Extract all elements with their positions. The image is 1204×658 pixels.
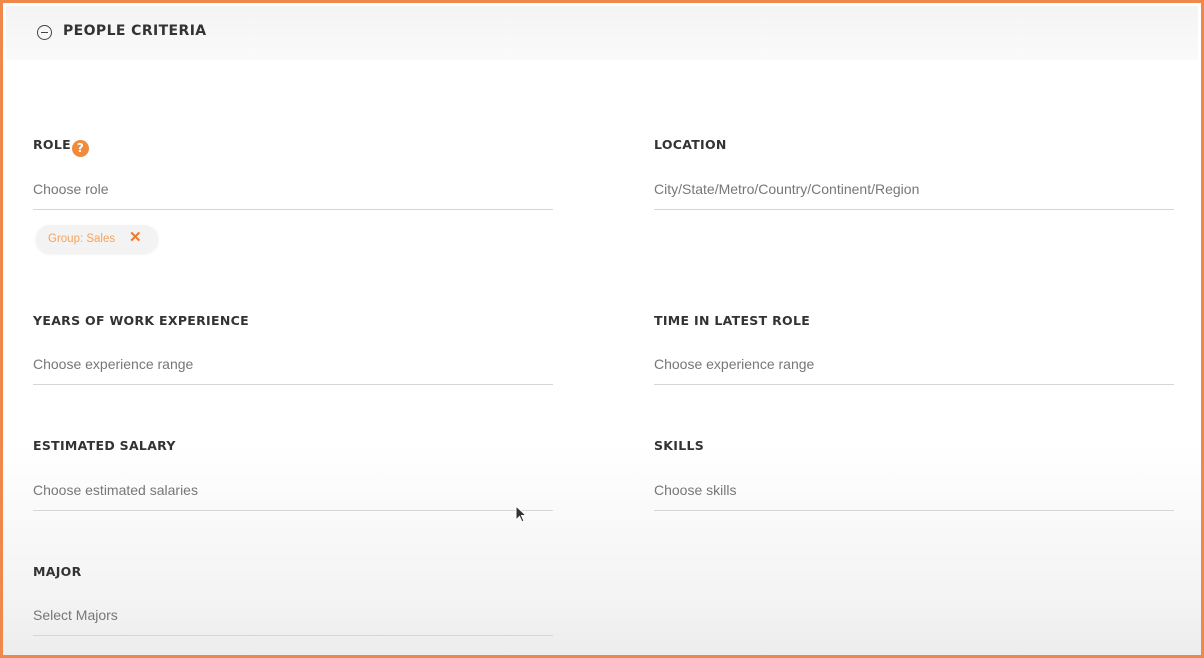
- location-input[interactable]: City/State/Metro/Country/Continent/Regio…: [654, 174, 1174, 210]
- time-in-role-label: TIME IN LATEST ROLE: [654, 313, 811, 328]
- skills-label: SKILLS: [654, 438, 705, 453]
- section-header[interactable]: PEOPLE CRITERIA: [6, 6, 1198, 60]
- location-placeholder: City/State/Metro/Country/Continent/Regio…: [654, 181, 920, 197]
- help-icon[interactable]: ?: [71, 140, 89, 157]
- close-icon[interactable]: ✕: [129, 229, 142, 247]
- role-placeholder: Choose role: [33, 181, 109, 197]
- salary-label: ESTIMATED SALARY: [33, 438, 176, 453]
- major-input[interactable]: Select Majors: [33, 600, 553, 636]
- role-tag-group-sales: Group: Sales ✕: [36, 225, 158, 253]
- mouse-cursor-icon: [515, 505, 528, 523]
- tag-label: Group: Sales: [48, 233, 116, 245]
- minus-circle-icon[interactable]: [37, 25, 52, 40]
- years-experience-label: YEARS OF WORK EXPERIENCE: [33, 313, 249, 328]
- salary-placeholder: Choose estimated salaries: [33, 482, 198, 498]
- skills-input[interactable]: Choose skills: [654, 475, 1174, 511]
- major-placeholder: Select Majors: [33, 607, 118, 623]
- section-title: PEOPLE CRITERIA: [63, 23, 207, 39]
- years-experience-placeholder: Choose experience range: [33, 356, 194, 372]
- salary-input[interactable]: Choose estimated salaries: [33, 475, 553, 511]
- time-in-role-placeholder: Choose experience range: [654, 356, 815, 372]
- role-label: ROLE: [33, 137, 71, 152]
- role-input[interactable]: Choose role: [33, 174, 553, 210]
- location-label: LOCATION: [654, 137, 727, 152]
- years-experience-input[interactable]: Choose experience range: [33, 349, 553, 385]
- major-label: MAJOR: [33, 564, 82, 579]
- time-in-role-input[interactable]: Choose experience range: [654, 349, 1174, 385]
- role-label-group: ROLE?: [33, 137, 89, 157]
- people-criteria-panel: PEOPLE CRITERIA ROLE? Choose role Group:…: [0, 0, 1204, 658]
- skills-placeholder: Choose skills: [654, 482, 737, 498]
